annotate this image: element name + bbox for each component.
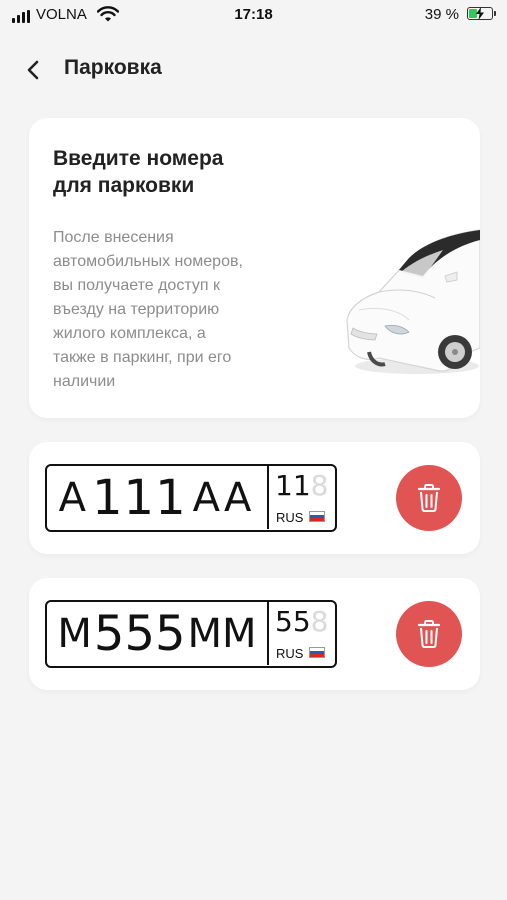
plate-region: 558 RUS (271, 602, 335, 665)
plate-letters: АА (192, 474, 256, 521)
delete-plate-button[interactable] (396, 601, 462, 667)
car-illustration (346, 229, 480, 374)
back-button[interactable] (20, 56, 48, 84)
region-code-placeholder: 8 (310, 605, 329, 638)
plate-letter: М (57, 610, 92, 657)
plate-number: М 555 ММ (47, 602, 269, 665)
navigation-header: Парковка (0, 50, 507, 90)
region-code: 11 (275, 469, 311, 502)
plate-letter: А (58, 474, 86, 521)
country-code: RUS (276, 510, 304, 525)
plate-card: А 111 АА 118 RUS (29, 442, 480, 554)
plate-card: М 555 ММ 558 RUS (29, 578, 480, 690)
battery-icon (467, 7, 496, 20)
page-title: Парковка (64, 56, 162, 79)
delete-plate-button[interactable] (396, 465, 462, 531)
plate-digits: 555 (93, 605, 186, 662)
region-code-placeholder: 8 (310, 469, 329, 502)
trash-icon[interactable] (417, 484, 441, 512)
status-bar: VOLNA 17:18 39 % (0, 0, 507, 32)
info-card: Введите номера для парковки После внесен… (29, 118, 480, 418)
info-card-description: После внесения автомобильных номеров, вы… (53, 229, 243, 390)
plate-digits: 111 (92, 469, 187, 526)
russia-flag-icon (309, 511, 325, 522)
plate-region: 118 RUS (271, 466, 335, 529)
trash-icon[interactable] (417, 620, 441, 648)
battery-percentage: 39 % (424, 6, 459, 23)
plate-number: А 111 АА (47, 466, 269, 529)
info-card-title: Введите номера для парковки (53, 147, 224, 197)
russia-flag-icon (309, 647, 325, 658)
plate-letters: ММ (187, 610, 257, 657)
license-plate: А 111 АА 118 RUS (45, 464, 337, 532)
back-chevron-icon[interactable] (20, 56, 48, 84)
country-code: RUS (276, 646, 304, 661)
region-code: 55 (275, 605, 311, 638)
license-plate: М 555 ММ 558 RUS (45, 600, 337, 668)
